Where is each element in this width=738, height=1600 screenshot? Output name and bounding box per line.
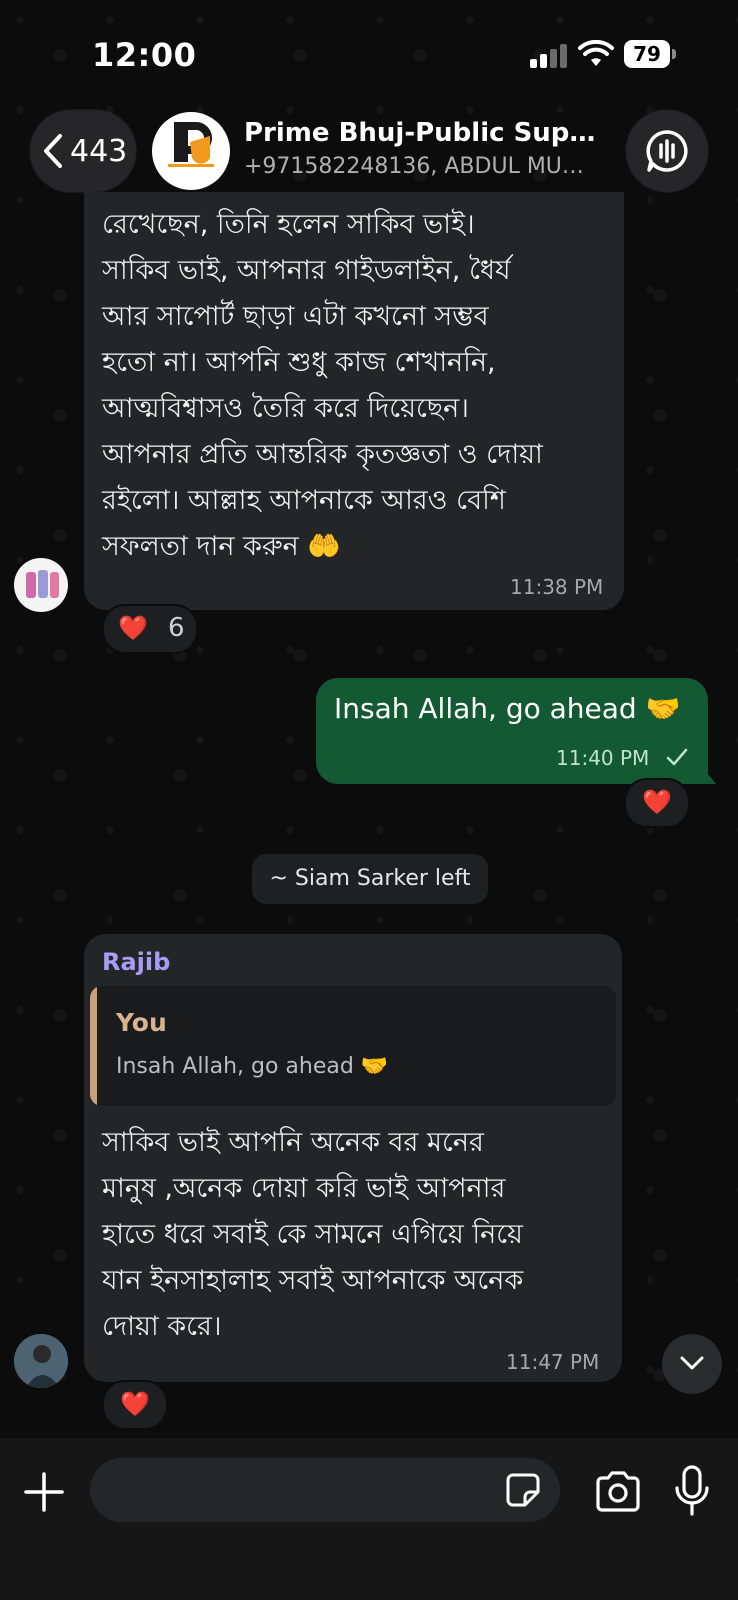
message-time: 11:40 PM	[556, 746, 650, 770]
group-members[interactable]: +971582248136, ABDUL MUMIN	[244, 154, 596, 179]
sent-check-icon	[666, 748, 688, 766]
voice-chat-icon	[646, 130, 688, 172]
quote-accent-bar	[90, 986, 97, 1106]
scroll-to-bottom-button[interactable]	[662, 1334, 722, 1394]
sender-avatar[interactable]	[14, 1334, 68, 1388]
chevron-down-icon	[680, 1356, 704, 1370]
message-composer	[0, 1438, 738, 1600]
message-text: রেখেছেন, তিনি হলেন সাকিব ভাই। সাকিব ভাই,…	[102, 209, 543, 562]
message-text: Insah Allah, go ahead 🤝	[334, 692, 681, 725]
battery-tip-icon	[672, 49, 676, 59]
camera-icon[interactable]	[594, 1470, 642, 1512]
back-button[interactable]: 443	[30, 110, 136, 192]
system-message: ~ Siam Sarker left	[252, 854, 488, 904]
incoming-message[interactable]: Rajib You Insah Allah, go ahead 🤝 সাকিব …	[84, 934, 622, 1382]
wifi-icon	[578, 40, 614, 66]
status-bar: 12:00 79	[0, 0, 738, 100]
reaction-badge[interactable]: ❤️	[102, 1380, 168, 1430]
person-avatar-icon	[14, 1334, 68, 1388]
quote-author: You	[116, 1008, 167, 1037]
reaction-count: 6	[168, 613, 185, 643]
microphone-icon[interactable]	[674, 1464, 710, 1518]
group-call-button[interactable]	[626, 110, 708, 192]
bubble-tail-icon	[700, 764, 716, 784]
message-time: 11:38 PM	[510, 575, 604, 599]
message-input[interactable]	[90, 1458, 560, 1522]
quoted-reply[interactable]: You Insah Allah, go ahead 🤝	[90, 986, 616, 1106]
message-text: সাকিব ভাই আপনি অনেক বর মনের মানুষ ,অনেক …	[102, 1127, 524, 1342]
group-name[interactable]: Prime Bhuj-Public Support	[244, 118, 604, 148]
prime-bhuj-logo-icon	[168, 122, 214, 167]
incoming-message[interactable]: রেখেছেন, তিনি হলেন সাকিব ভাই। সাকিব ভাই,…	[84, 192, 624, 610]
group-avatar[interactable]	[152, 112, 230, 190]
attach-plus-icon[interactable]	[22, 1470, 66, 1514]
status-time: 12:00	[92, 36, 197, 74]
reaction-badge[interactable]: ❤️ 6	[102, 604, 198, 654]
heart-reaction-icon: ❤️	[118, 614, 148, 642]
quote-text: Insah Allah, go ahead 🤝	[116, 1054, 389, 1079]
sender-name[interactable]: Rajib	[102, 948, 170, 976]
heart-reaction-icon: ❤️	[642, 788, 672, 816]
reaction-badge[interactable]: ❤️	[624, 778, 690, 828]
battery-indicator: 79	[624, 40, 670, 68]
chevron-left-icon	[44, 134, 62, 168]
cellular-signal-icon	[530, 44, 570, 68]
outgoing-message[interactable]: Insah Allah, go ahead 🤝 11:40 PM	[316, 678, 708, 784]
sender-avatar[interactable]	[14, 558, 68, 612]
message-time: 11:47 PM	[506, 1350, 600, 1374]
unread-count: 443	[70, 134, 128, 169]
heart-reaction-icon: ❤️	[120, 1390, 150, 1418]
sticker-icon[interactable]	[505, 1472, 541, 1508]
product-bottles-avatar-icon	[26, 570, 59, 598]
